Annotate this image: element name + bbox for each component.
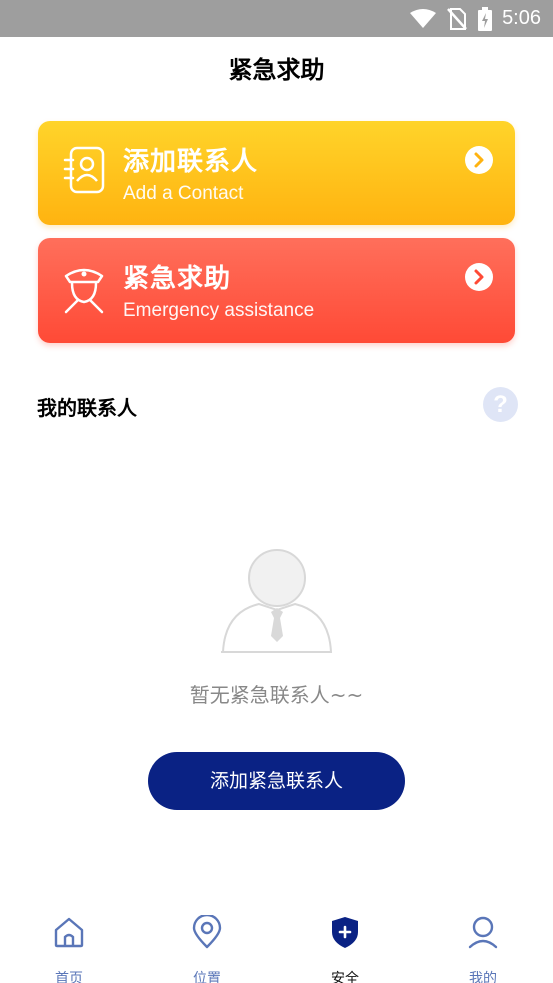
wifi-icon	[410, 8, 437, 28]
emergency-subtitle: Emergency assistance	[123, 300, 315, 321]
tab-location[interactable]: 位置	[167, 915, 247, 983]
police-officer-icon	[64, 268, 104, 314]
empty-contacts-message: 暂无紧急联系人~~	[189, 683, 364, 707]
empty-contact-avatar-icon	[221, 549, 333, 653]
help-icon[interactable]: ?	[483, 387, 518, 422]
user-icon	[468, 916, 498, 949]
status-time: 5:06	[502, 7, 541, 29]
shield-icon	[332, 917, 358, 948]
home-icon	[54, 917, 84, 948]
status-bar: 5:06	[0, 0, 553, 37]
tab-mine-label: 我的	[469, 971, 497, 983]
add-contact-title: 添加联系人	[123, 147, 259, 177]
status-icons: 5:06	[410, 0, 541, 37]
tab-home[interactable]: 首页	[29, 915, 109, 983]
chevron-right-icon	[465, 146, 493, 174]
page-title: 紧急求助	[228, 56, 325, 84]
battery-charging-icon	[478, 6, 493, 31]
chevron-right-icon	[465, 263, 493, 291]
location-icon	[192, 915, 222, 949]
contact-card-icon	[63, 146, 105, 194]
tab-mine[interactable]: 我的	[443, 915, 523, 983]
add-contact-card[interactable]: 添加联系人 Add a Contact	[38, 121, 515, 225]
tab-safety-label: 安全	[331, 971, 359, 983]
add-emergency-contact-button[interactable]: 添加紧急联系人	[148, 752, 405, 810]
tab-home-label: 首页	[55, 971, 83, 983]
bottom-tab-bar: 首页 位置 安全 我的	[0, 905, 553, 983]
emergency-assistance-card[interactable]: 紧急求助 Emergency assistance	[38, 238, 515, 343]
my-contacts-heading: 我的联系人	[37, 396, 137, 420]
no-sim-icon	[447, 7, 467, 30]
tab-safety[interactable]: 安全	[305, 915, 385, 983]
tab-location-label: 位置	[193, 971, 221, 983]
add-contact-subtitle: Add a Contact	[123, 183, 244, 204]
emergency-title: 紧急求助	[123, 264, 232, 294]
